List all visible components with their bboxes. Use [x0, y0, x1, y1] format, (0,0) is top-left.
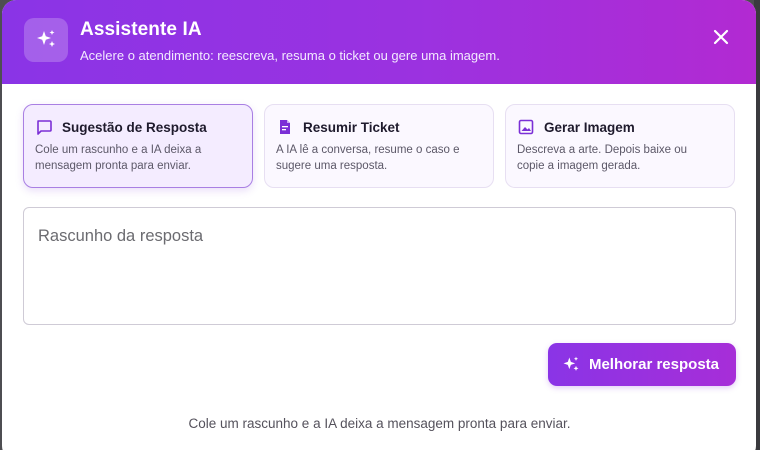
hint-text: Cole um rascunho e a IA deixa a mensagem… [188, 416, 571, 431]
close-icon [713, 29, 729, 45]
mode-card-description: A IA lê a conversa, resume o caso e suge… [276, 144, 460, 172]
improve-response-label: Melhorar resposta [588, 356, 719, 373]
mode-card-description: Cole um rascunho e a IA deixa a mensagem… [35, 144, 202, 172]
mode-card-title: Gerar Imagem [544, 119, 635, 135]
dialog-title: Assistente IA [80, 19, 202, 40]
dialog-subtitle: Acelere o atendimento: reescreva, resuma… [80, 48, 500, 63]
mode-card-summarize[interactable]: Resumir Ticket A IA lê a conversa, resum… [264, 104, 494, 188]
dialog-header: Assistente IA Acelere o atendimento: ree… [2, 0, 756, 84]
mode-card-title: Resumir Ticket [303, 119, 400, 135]
close-button[interactable] [710, 26, 732, 48]
chat-bubble-icon [35, 118, 53, 136]
ai-assistant-dialog: Assistente IA Acelere o atendimento: ree… [2, 0, 756, 450]
mode-card-description: Descreva a arte. Depois baixe ou copie a… [517, 144, 688, 172]
document-icon [276, 118, 294, 136]
mode-selector: Sugestão de Resposta Cole um rascunho e … [23, 104, 736, 188]
mode-card-title: Sugestão de Resposta [62, 119, 207, 135]
sparkles-icon [563, 356, 579, 371]
mode-card-suggestion[interactable]: Sugestão de Resposta Cole um rascunho e … [23, 104, 253, 188]
image-icon [517, 118, 535, 136]
draft-input[interactable] [23, 207, 736, 325]
improve-response-button[interactable]: Melhorar resposta [547, 343, 736, 386]
dialog-body: Sugestão de Resposta Cole um rascunho e … [2, 84, 756, 431]
sparkles-icon [24, 18, 68, 62]
mode-card-image[interactable]: Gerar Imagem Descreva a arte. Depois bai… [505, 104, 735, 188]
